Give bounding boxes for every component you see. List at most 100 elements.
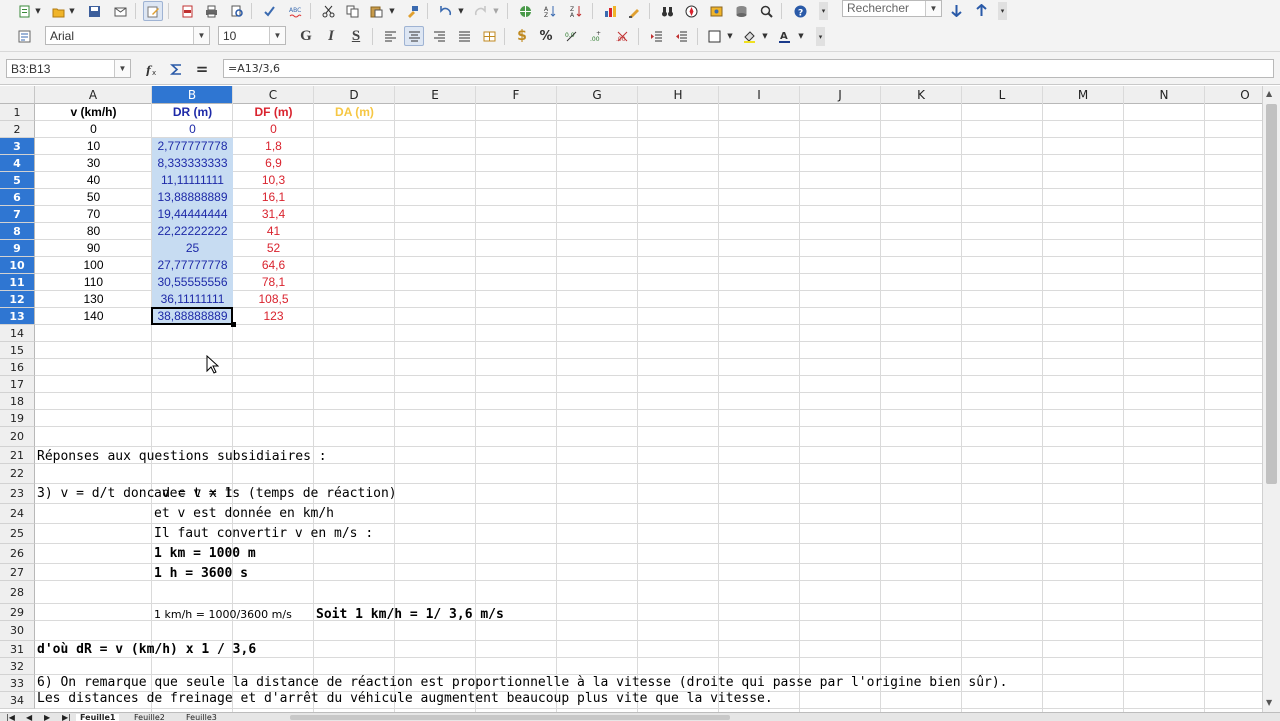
font-color-icon[interactable]: A (774, 26, 794, 46)
note-kmh-conversion[interactable]: 1 km/h = 1000/3600 m/s (154, 605, 292, 622)
justify-icon[interactable] (454, 26, 474, 46)
cell-braking-distance[interactable]: 108,5 (235, 291, 312, 308)
hyperlink-icon[interactable] (515, 1, 535, 21)
toolbar-overflow-icon[interactable]: ▾ (816, 27, 825, 46)
column-header-h[interactable]: H (638, 86, 719, 104)
borders-icon[interactable] (704, 26, 724, 46)
note-kmh-equals[interactable]: Soit 1 km/h = 1/ 3,6 m/s (316, 605, 504, 625)
cell-speed[interactable]: 100 (37, 257, 150, 274)
spreadsheet-grid[interactable]: ABCDEFGHIJKLMNO 1 2 3 4 5 6 7 8 9 10 11 12 13 14 15 16 1… (0, 86, 1262, 712)
cell-reaction-distance[interactable]: 27,77777778 (154, 257, 231, 274)
note-km-to-m[interactable]: 1 km = 1000 m (154, 544, 256, 564)
add-decimal-icon[interactable]: .00 + (586, 26, 606, 46)
sum-icon[interactable] (166, 59, 186, 79)
column-header-j[interactable]: J (800, 86, 881, 104)
percent-format-button[interactable]: % (536, 26, 556, 46)
note-reaction-time[interactable]: avec t = 1s (temps de réaction) (154, 484, 397, 504)
align-right-icon[interactable] (429, 26, 449, 46)
row-header-24[interactable]: 24 (0, 504, 35, 524)
formula-input[interactable]: =A13/3,6 (223, 59, 1274, 78)
row-header-4[interactable]: 4 (0, 155, 35, 172)
row-header-12[interactable]: 12 (0, 291, 35, 308)
row-header-29[interactable]: 29 (0, 604, 35, 621)
column-header-f[interactable]: F (476, 86, 557, 104)
cell-reaction-distance[interactable]: 19,44444444 (154, 206, 231, 223)
row-header-5[interactable]: 5 (0, 172, 35, 189)
note-subsidiary-answers[interactable]: Réponses aux questions subsidiaires : (37, 447, 327, 467)
row-header-32[interactable]: 32 (0, 658, 35, 675)
cell-braking-distance[interactable]: 64,6 (235, 257, 312, 274)
search-input[interactable]: Rechercher ▼ (842, 0, 942, 17)
cell-speed[interactable]: 0 (37, 121, 150, 138)
cell-braking-distance[interactable]: 123 (235, 308, 312, 325)
row-header-26[interactable]: 26 (0, 544, 35, 564)
chevron-down-icon[interactable]: ▼ (457, 1, 465, 21)
row-header-33[interactable]: 33 (0, 675, 35, 692)
chevron-down-icon[interactable]: ▼ (269, 27, 285, 44)
chart-icon[interactable] (600, 1, 620, 21)
decrease-indent-icon[interactable] (646, 26, 666, 46)
edit-mode-icon[interactable] (143, 1, 163, 21)
cell-braking-distance[interactable]: 10,3 (235, 172, 312, 189)
cell-reaction-distance[interactable]: 38,88888889 (154, 308, 231, 325)
cell-reaction-distance[interactable]: 11,11111111 (154, 172, 231, 189)
row-header-14[interactable]: 14 (0, 325, 35, 342)
chevron-down-icon[interactable]: ▼ (34, 1, 42, 21)
spellcheck-icon[interactable] (259, 1, 279, 21)
row-header-15[interactable]: 15 (0, 342, 35, 359)
horizontal-scroll-thumb[interactable] (290, 715, 730, 720)
row-header-22[interactable]: 22 (0, 464, 35, 484)
vertical-scroll-thumb[interactable] (1266, 104, 1277, 484)
background-color-icon[interactable] (739, 26, 759, 46)
note-convert-to-ms[interactable]: Il faut convertir v en m/s : (154, 524, 373, 544)
row-header-13[interactable]: 13 (0, 308, 35, 325)
sort-descending-icon[interactable]: ZA (566, 1, 586, 21)
new-document-icon[interactable] (14, 1, 34, 21)
vertical-scrollbar[interactable]: ▲ ▼ (1262, 86, 1280, 712)
cell-braking-distance[interactable]: 6,9 (235, 155, 312, 172)
row-header-10[interactable]: 10 (0, 257, 35, 274)
currency-format-button[interactable]: $ (512, 26, 532, 46)
datasources-icon[interactable] (731, 1, 751, 21)
save-icon[interactable] (84, 1, 104, 21)
cell-speed[interactable]: 70 (37, 206, 150, 223)
chevron-down-icon[interactable]: ▼ (388, 1, 396, 21)
column-header-k[interactable]: K (881, 86, 962, 104)
cell-reaction-distance[interactable]: 25 (154, 240, 231, 257)
sort-ascending-icon[interactable]: AZ (540, 1, 560, 21)
row-header-9[interactable]: 9 (0, 240, 35, 257)
row-header-16[interactable]: 16 (0, 359, 35, 376)
merge-cells-icon[interactable] (479, 26, 499, 46)
cell-speed[interactable]: 130 (37, 291, 150, 308)
clone-formatting-icon[interactable] (402, 1, 422, 21)
increase-indent-icon[interactable] (671, 26, 691, 46)
column-header-c[interactable]: C (233, 86, 314, 104)
column-header-l[interactable]: L (962, 86, 1043, 104)
function-equals-button[interactable]: = (192, 59, 212, 79)
cell-reaction-distance[interactable]: 2,777777778 (154, 138, 231, 155)
cell-speed[interactable]: 10 (37, 138, 150, 155)
row-header-3[interactable]: 3 (0, 138, 35, 155)
row-header-19[interactable]: 19 (0, 410, 35, 427)
copy-icon[interactable] (342, 1, 362, 21)
italic-button[interactable]: I (321, 26, 341, 46)
chevron-down-icon[interactable]: ▼ (726, 26, 734, 46)
print-icon[interactable] (201, 1, 221, 21)
column-header-o[interactable]: O (1205, 86, 1262, 104)
cell-braking-distance[interactable]: 52 (235, 240, 312, 257)
binoculars-icon[interactable] (657, 1, 677, 21)
export-pdf-icon[interactable] (177, 1, 197, 21)
toolbar-overflow-icon[interactable]: ▾ (819, 2, 828, 20)
row-header-21[interactable]: 21 (0, 447, 35, 464)
cell-speed[interactable]: 110 (37, 274, 150, 291)
note-braking-conclusion[interactable]: Les distances de freinage et d'arrêt du … (37, 689, 773, 709)
column-header-n[interactable]: N (1124, 86, 1205, 104)
font-size-combobox[interactable]: 10 ▼ (218, 26, 286, 45)
cell-braking-distance[interactable]: 31,4 (235, 206, 312, 223)
row-header-7[interactable]: 7 (0, 206, 35, 223)
row-header-6[interactable]: 6 (0, 189, 35, 206)
cell-braking-distance[interactable]: 16,1 (235, 189, 312, 206)
name-box[interactable]: B3:B13 ▼ (6, 59, 131, 78)
row-header-34[interactable]: 34 (0, 692, 35, 709)
chevron-down-icon[interactable]: ▼ (761, 26, 769, 46)
